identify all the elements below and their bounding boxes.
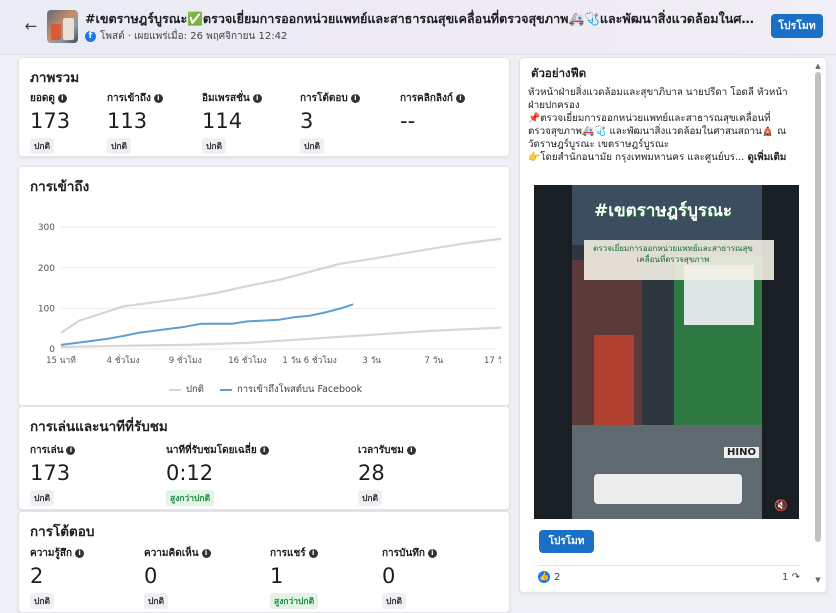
video-caption: ตรวจเยี่ยมการออกหน่วยแพทย์และสาธารณสุขเค… — [593, 244, 753, 264]
interactions-title: การโต้ตอบ — [30, 524, 95, 540]
metric-comments: ความคิดเห็น i 0 ปกติ — [144, 546, 211, 609]
facebook-icon: f — [85, 31, 96, 42]
reactions-row: 👍 2 1 ↷ — [538, 565, 800, 583]
scroll-up-arrow-icon[interactable]: ▲ — [813, 62, 823, 70]
x-tick-label: 16 ชั่วโมง — [228, 354, 266, 366]
video-hashtag: #เขตราษฎร์บูรณะ — [594, 201, 732, 221]
feed-preview-title: ตัวอย่างฟีด — [531, 66, 587, 80]
info-icon[interactable]: i — [75, 549, 85, 558]
overview-title: ภาพรวม — [30, 70, 80, 86]
scroll-down-arrow-icon[interactable]: ▼ — [813, 576, 823, 584]
y-tick-label: 100 — [38, 304, 55, 314]
video-overlay-bar — [594, 474, 742, 504]
series-line-1 — [60, 326, 501, 349]
info-icon[interactable]: i — [259, 446, 269, 455]
legend-normal: ปกติ — [169, 382, 204, 397]
info-icon[interactable]: i — [252, 94, 262, 103]
scroll-thumb[interactable] — [815, 72, 821, 542]
post-meta: f โพสต์ · เผยแพร่เมื่อ: 26 พฤศจิกายน 12:… — [85, 29, 287, 44]
x-tick-label: 9 ชั่วโมง — [169, 354, 202, 366]
feed-preview-card: ตัวอย่างฟีด หัวหน้าฝ่ายสิ่งแวดล้อมและสุข… — [519, 57, 827, 593]
interactions-card: การโต้ตอบ ความรู้สึก i 2 ปกติ ความคิดเห็น… — [18, 511, 510, 613]
series-line-0 — [60, 237, 501, 334]
chart-legend: ปกติ การเข้าถึงโพสต์บน Facebook — [169, 382, 362, 397]
post-meta-text: โพสต์ · เผยแพร่เมื่อ: 26 พฤศจิกายน 12:42 — [100, 31, 288, 42]
playback-title: การเล่นและนาทีที่รับชม — [30, 419, 168, 435]
info-icon[interactable]: i — [308, 549, 318, 558]
like-icon: 👍 — [538, 571, 550, 583]
info-icon[interactable]: i — [455, 94, 465, 103]
promote-button-top[interactable]: โปรโมท — [771, 14, 823, 38]
metric-impressions: อิมเพรสชั่น i 114 ปกติ — [202, 91, 262, 154]
share-icon: ↷ — [791, 571, 800, 583]
metric-reactions: ความรู้สึก i 2 ปกติ — [30, 546, 85, 609]
metric-shares: การแชร์ i 1 สูงกว่าปกติ — [270, 546, 319, 609]
post-title: #เขตราษฎร์บูรณะ✅ตรวจเยี่ยมการออกหน่วยแพท… — [85, 11, 760, 26]
info-icon[interactable]: i — [406, 446, 416, 455]
reach-title: การเข้าถึง — [30, 179, 90, 195]
metric-reach: การเข้าถึง i 113 ปกติ — [107, 91, 163, 154]
info-icon[interactable]: i — [57, 94, 67, 103]
x-tick-label: 15 นาที — [46, 355, 76, 366]
y-tick-label: 200 — [38, 264, 55, 274]
playback-card: การเล่นและนาทีที่รับชม การเล่น i 173 ปกติ… — [18, 406, 510, 510]
info-icon[interactable]: i — [201, 549, 211, 558]
post-header: ← #เขตราษฎร์บูรณะ✅ตรวจเยี่ยมการออกหน่วยแ… — [0, 0, 836, 55]
mute-icon[interactable]: 🔇 — [774, 499, 788, 512]
metric-link-clicks: การคลิกลิงก์ i -- — [400, 91, 465, 134]
y-tick-label: 0 — [49, 345, 55, 355]
metric-avg-watch: นาทีที่รับชมโดยเฉลี่ย i 0:12 สูงกว่าปกติ — [166, 443, 269, 506]
info-icon[interactable]: i — [350, 94, 360, 103]
y-tick-label: 300 — [38, 223, 55, 233]
metric-engagement: การโต้ตอบ i 3 ปกติ — [300, 91, 360, 154]
preview-scrollbar[interactable]: ▲ ▼ — [813, 62, 823, 584]
x-tick-label: 4 ชั่วโมง — [107, 354, 140, 366]
metric-saves: การบันทึก i 0 ปกติ — [382, 546, 437, 609]
overview-card: ภาพรวม ยอดดู i 173 ปกติ การเข้าถึง i 113 ป… — [18, 57, 510, 157]
reach-chart: 0 100 200 300 15 นาที 4 ชั่วโมง 9 ชั่วโมง 16 ชั… — [38, 223, 501, 366]
info-icon[interactable]: i — [66, 446, 76, 455]
metric-plays: การเล่น i 173 ปกติ — [30, 443, 76, 506]
metric-watch-time: เวลารับชม i 28 ปกติ — [358, 443, 416, 506]
promote-button-preview[interactable]: โปรโมท — [539, 530, 594, 553]
reach-card: การเข้าถึง 0 100 200 300 15 นาที 4 ชั่วโมง 9 ช… — [18, 166, 510, 406]
video-frame — [534, 185, 799, 519]
x-tick-label: 7 วัน — [425, 356, 444, 366]
info-icon[interactable]: i — [153, 94, 163, 103]
metric-views: ยอดดู i 173 ปกติ — [30, 93, 71, 154]
post-text: หัวหน้าฝ่ายสิ่งแวดล้อมและสุขาภิบาล นายปร… — [528, 87, 788, 163]
x-tick-label: 17 วัน — [484, 356, 501, 366]
truck-brand: HINO — [724, 447, 759, 458]
back-arrow-icon[interactable]: ← — [22, 17, 40, 35]
x-tick-label: 1 วัน 6 ชั่วโมง — [282, 354, 336, 366]
video-player[interactable]: #เขตราษฎร์บูรณะ ตรวจเยี่ยมการออกหน่วยแพท… — [534, 185, 799, 519]
x-tick-label: 3 วัน — [362, 356, 381, 366]
see-more-link[interactable]: ดูเพิ่มเติม — [748, 152, 787, 163]
post-thumbnail — [47, 10, 78, 43]
legend-post-reach: การเข้าถึงโพสต์บน Facebook — [219, 382, 362, 397]
info-icon[interactable]: i — [427, 549, 437, 558]
